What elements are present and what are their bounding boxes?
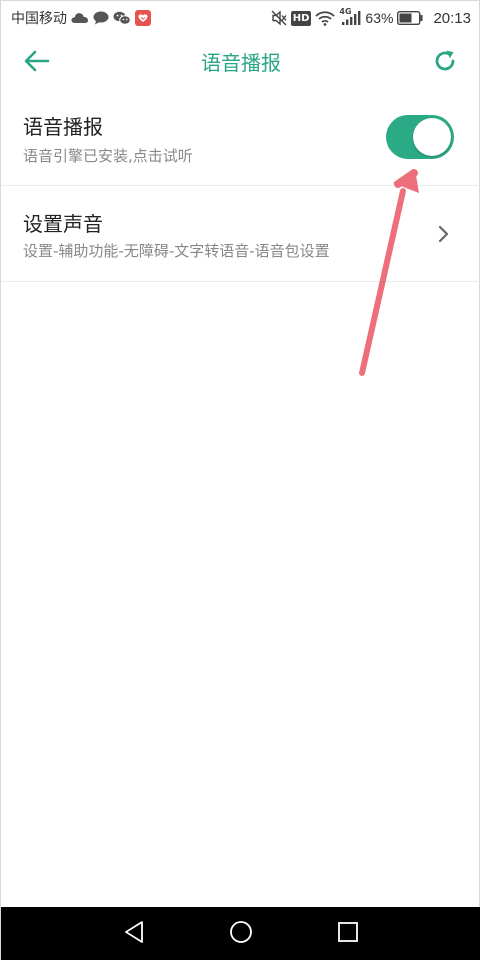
set-sound-subtitle: 设置-辅助功能-无障碍-文字转语音-语音包设置 (23, 242, 330, 260)
status-bar: 中国移动 HD 4G 63% 20:13 (1, 1, 480, 35)
battery-icon (397, 11, 423, 25)
set-sound-title: 设置声音 (23, 212, 103, 236)
square-recent-icon (337, 921, 359, 947)
nav-home-button[interactable] (226, 919, 256, 949)
status-bar-left: 中国移动 (11, 8, 151, 28)
wifi-icon (315, 10, 336, 26)
triangle-back-icon (123, 920, 145, 948)
system-nav-bar (1, 907, 480, 960)
app-badge-icon (135, 10, 151, 26)
nav-back-button[interactable] (119, 919, 149, 949)
carrier-name: 中国移动 (11, 10, 67, 26)
set-sound-row[interactable]: 设置声音 设置-辅助功能-无障碍-文字转语音-语音包设置 (1, 186, 480, 282)
clock-time: 20:13 (433, 9, 471, 27)
circle-home-icon (229, 920, 253, 948)
hd-badge-label: HD (292, 12, 310, 24)
signal-icon: 4G (339, 7, 361, 26)
chevron-right-icon (437, 224, 451, 244)
voice-broadcast-row[interactable]: 语音播报 语音引擎已安装,点击试听 (1, 91, 480, 186)
toolbar: 语音播报 (1, 35, 480, 91)
app-window: 中国移动 HD 4G 63% 20:13 语音播报 语音播报 语音引擎已安装,点… (0, 0, 480, 960)
voice-broadcast-title: 语音播报 (23, 115, 103, 139)
chat-bubble-icon (93, 11, 109, 25)
cloud-icon (71, 12, 89, 24)
refresh-icon (433, 49, 457, 77)
arrow-left-icon (24, 50, 50, 76)
wechat-icon (113, 11, 131, 25)
refresh-button[interactable] (427, 45, 463, 81)
toggle-knob (413, 118, 451, 156)
mute-icon (271, 10, 287, 26)
back-button[interactable] (19, 45, 55, 81)
battery-percent: 63% (365, 10, 394, 26)
nav-recent-button[interactable] (333, 919, 363, 949)
status-bar-right: HD 4G 63% 20:13 (271, 7, 471, 27)
voice-broadcast-toggle[interactable] (386, 115, 454, 159)
page-title: 语音播报 (201, 51, 281, 75)
hd-icon: HD (290, 10, 312, 26)
voice-broadcast-subtitle: 语音引擎已安装,点击试听 (23, 147, 193, 165)
